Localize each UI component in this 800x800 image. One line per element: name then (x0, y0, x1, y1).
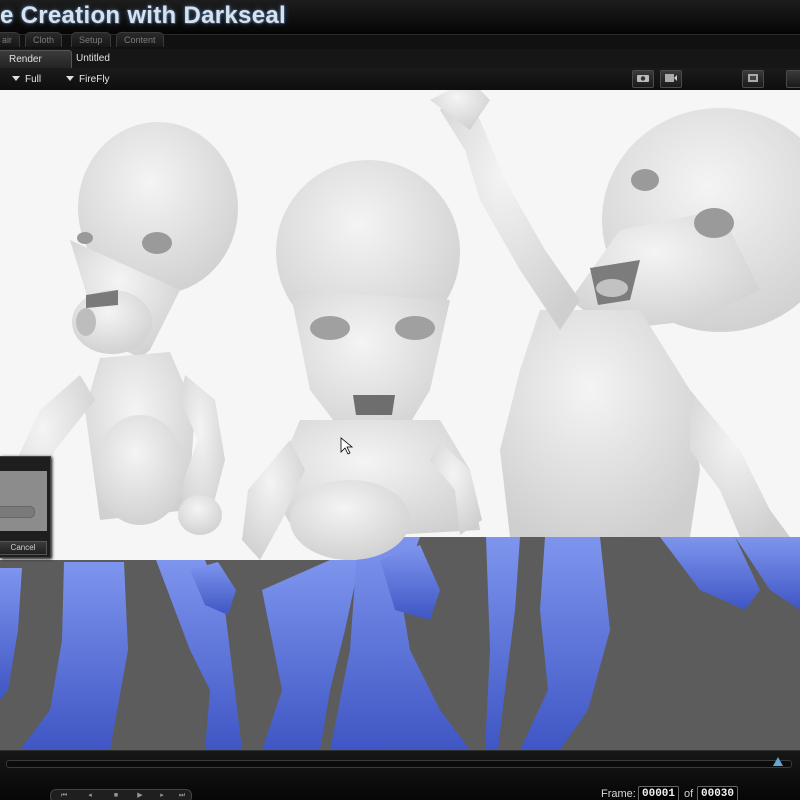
step-back-icon[interactable]: ◂ (85, 792, 95, 800)
current-frame-field[interactable]: 00001 (638, 786, 680, 800)
fast-forward-icon[interactable]: ⏭ (177, 792, 187, 800)
timeline-handle-icon[interactable] (773, 757, 783, 766)
dropdown-arrow-icon (66, 76, 74, 81)
renderer-dropdown[interactable]: FireFly (66, 73, 110, 87)
play-icon[interactable]: ▶ (135, 792, 145, 800)
preview-figures (0, 537, 800, 750)
tab-render[interactable]: Render (0, 50, 72, 69)
render-progress-bar (0, 506, 35, 518)
dialog-body (0, 471, 47, 531)
dropdown-arrow-icon (12, 76, 20, 81)
poser-app-window: e Creation with Darkseal air Cloth Setup… (0, 0, 800, 800)
window-title: e Creation with Darkseal (0, 2, 286, 29)
render-area-dropdown[interactable]: Full (12, 73, 41, 87)
cancel-button[interactable]: Cancel (0, 541, 47, 555)
render-canvas (0, 90, 800, 750)
rewind-icon[interactable]: ⏮ (59, 792, 69, 800)
document-tabs: Render Untitled (0, 49, 800, 69)
room-tab-content[interactable]: Content (116, 32, 164, 47)
render-settings-icon[interactable] (742, 70, 764, 88)
render-viewport[interactable] (0, 90, 800, 750)
transport-controls: ⏮ ◂ ■ ▶ ▸ ⏭ (50, 789, 192, 800)
toolbar-menu-icon[interactable] (786, 70, 800, 88)
frame-of-label: of (684, 788, 694, 800)
step-forward-icon[interactable]: ▸ (157, 792, 167, 800)
camera-icon[interactable] (632, 70, 654, 88)
room-tabs: air Cloth Setup Content (0, 32, 800, 48)
total-frames-field[interactable]: 00030 (697, 786, 739, 800)
render-toolbar: Full FireFly (0, 68, 800, 90)
title-bar: e Creation with Darkseal (0, 0, 800, 35)
room-tab-setup[interactable]: Setup (71, 32, 111, 47)
render-icon[interactable] (660, 70, 682, 88)
room-tab-hair[interactable]: air (0, 32, 21, 47)
animation-timeline: ⏮ ◂ ■ ▶ ▸ ⏭ (0, 750, 800, 800)
render-area-value: Full (25, 74, 42, 85)
tab-untitled[interactable]: Untitled (66, 50, 120, 68)
room-tab-cloth[interactable]: Cloth (25, 32, 63, 47)
timeline-scrubber-track[interactable] (6, 760, 792, 768)
renderer-value: FireFly (79, 74, 110, 85)
stop-icon[interactable]: ■ (111, 792, 121, 800)
frame-label: Frame: (601, 788, 636, 800)
